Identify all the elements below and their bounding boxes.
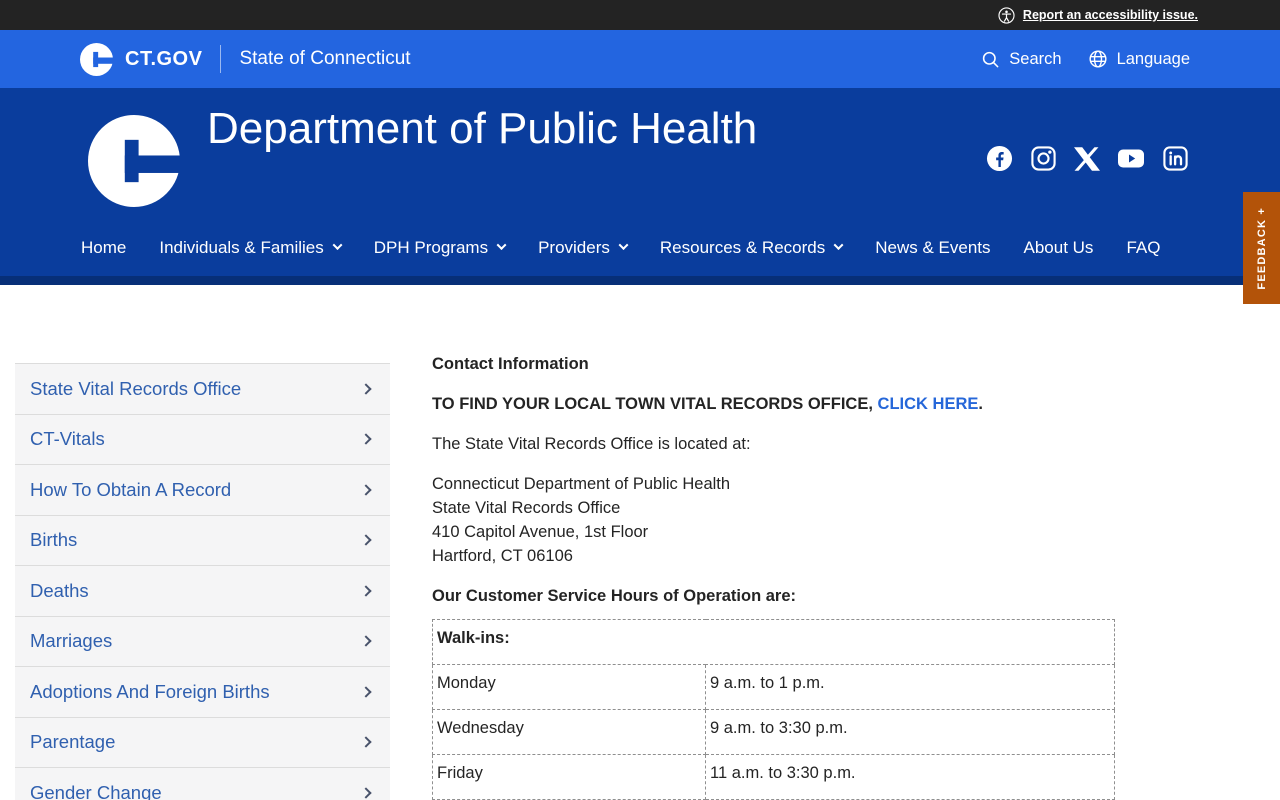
- address-line: 410 Capitol Avenue, 1st Floor: [432, 523, 649, 541]
- main-content: Contact Information TO FIND YOUR LOCAL T…: [432, 352, 1115, 800]
- address-line: Hartford, CT 06106: [432, 547, 573, 565]
- located-text: The State Vital Records Office is locate…: [432, 435, 751, 453]
- nav-dph-programs[interactable]: DPH Programs: [374, 238, 507, 258]
- chevron-right-icon: [360, 686, 372, 698]
- sidebar-item-deaths[interactable]: Deaths: [15, 566, 390, 617]
- sidebar-item-parentage[interactable]: Parentage: [15, 718, 390, 768]
- day-cell: Monday: [432, 664, 706, 710]
- sidebar-item-adoptions-and-foreign-births[interactable]: Adoptions And Foreign Births: [15, 667, 390, 718]
- search-icon: [983, 51, 999, 67]
- state-header: CT.GOV State of Connecticut Search Langu…: [0, 30, 1280, 88]
- dph-logo-icon[interactable]: [88, 115, 180, 207]
- nav-providers[interactable]: Providers: [538, 238, 629, 258]
- table-row: Friday 11 a.m. to 3:30 p.m.: [432, 754, 1115, 800]
- hours-heading: Our Customer Service Hours of Operation …: [432, 587, 797, 605]
- sidebar-item-ct-vitals[interactable]: CT-Vitals: [15, 415, 390, 465]
- hours-cell: 11 a.m. to 3:30 p.m.: [705, 754, 1115, 800]
- nav-resources-records[interactable]: Resources & Records: [660, 238, 844, 258]
- agency-title: Department of Public Health: [207, 104, 758, 153]
- youtube-icon[interactable]: [1117, 145, 1145, 172]
- chevron-right-icon: [360, 585, 372, 597]
- address-block: Connecticut Department of Public Health …: [432, 472, 1115, 568]
- chevron-right-icon: [360, 484, 372, 496]
- ctgov-brand-label: CT.GOV: [125, 47, 203, 70]
- chevron-down-icon: [618, 240, 629, 251]
- chevron-down-icon: [496, 240, 507, 251]
- accessibility-icon: [998, 6, 1015, 24]
- section-sidebar: State Vital Records Office CT-Vitals How…: [15, 363, 390, 800]
- report-accessibility-label: Report an accessibility issue.: [1022, 8, 1198, 22]
- chevron-down-icon: [332, 240, 343, 251]
- sidebar-item-gender-change[interactable]: Gender Change: [15, 768, 390, 800]
- primary-nav: Home Individuals & Families DPH Programs…: [81, 238, 1160, 258]
- nav-news-events[interactable]: News & Events: [875, 238, 990, 258]
- click-here-link[interactable]: CLICK HERE: [878, 395, 979, 413]
- search-button[interactable]: Search: [981, 49, 1062, 69]
- table-header-row: Walk-ins:: [432, 619, 1115, 665]
- nav-home[interactable]: Home: [81, 238, 126, 258]
- state-site-name: State of Connecticut: [239, 48, 411, 69]
- sidebar-item-how-to-obtain-a-record[interactable]: How To Obtain A Record: [15, 465, 390, 516]
- chevron-right-icon: [360, 736, 372, 748]
- x-icon[interactable]: [1074, 146, 1100, 172]
- sidebar-item-state-vital-records-office[interactable]: State Vital Records Office: [15, 364, 390, 415]
- feedback-label: FEEDBACK +: [1255, 206, 1268, 290]
- page: Report an accessibility issue. CT.GOV St…: [0, 0, 1280, 800]
- chevron-right-icon: [360, 635, 372, 647]
- address-line: Connecticut Department of Public Health: [432, 475, 731, 493]
- chevron-down-icon: [833, 240, 844, 251]
- day-cell: Wednesday: [432, 709, 706, 755]
- find-office-line: TO FIND YOUR LOCAL TOWN VITAL RECORDS OF…: [432, 395, 983, 413]
- hours-table: Walk-ins: Monday 9 a.m. to 1 p.m. Wednes…: [432, 619, 1115, 800]
- accessibility-bar: Report an accessibility issue.: [0, 0, 1280, 30]
- table-row: Monday 9 a.m. to 1 p.m.: [432, 664, 1115, 710]
- contact-heading: Contact Information: [432, 355, 589, 373]
- search-label: Search: [1009, 49, 1062, 68]
- chevron-right-icon: [360, 534, 372, 546]
- chevron-right-icon: [360, 383, 372, 395]
- language-label: Language: [1116, 49, 1190, 68]
- facebook-icon[interactable]: [986, 145, 1013, 172]
- day-cell: Friday: [432, 754, 706, 800]
- instagram-icon[interactable]: [1030, 145, 1057, 172]
- hours-cell: 9 a.m. to 3:30 p.m.: [705, 709, 1115, 755]
- nav-individuals-families[interactable]: Individuals & Families: [159, 238, 343, 258]
- chevron-right-icon: [360, 433, 372, 445]
- feedback-tab[interactable]: FEEDBACK +: [1243, 192, 1280, 304]
- linkedin-icon[interactable]: [1162, 145, 1189, 172]
- address-line: State Vital Records Office: [432, 499, 621, 517]
- hours-cell: 9 a.m. to 1 p.m.: [705, 664, 1115, 710]
- walk-ins-header: Walk-ins:: [432, 619, 1115, 665]
- nav-faq[interactable]: FAQ: [1126, 238, 1160, 258]
- sidebar-item-births[interactable]: Births: [15, 516, 390, 566]
- table-row: Wednesday 9 a.m. to 3:30 p.m.: [432, 709, 1115, 755]
- header-divider: [220, 45, 222, 73]
- nav-about-us[interactable]: About Us: [1024, 238, 1094, 258]
- report-accessibility-link[interactable]: Report an accessibility issue.: [998, 6, 1198, 24]
- ctgov-brand[interactable]: CT.GOV: [80, 42, 203, 76]
- globe-icon: [1089, 50, 1107, 68]
- ctgov-logo-icon: [80, 42, 113, 76]
- sidebar-item-marriages[interactable]: Marriages: [15, 617, 390, 667]
- agency-banner: Department of Public Health Home Individ…: [0, 88, 1280, 285]
- chevron-right-icon: [360, 787, 372, 799]
- social-links: [986, 145, 1189, 172]
- language-button[interactable]: Language: [1088, 49, 1190, 69]
